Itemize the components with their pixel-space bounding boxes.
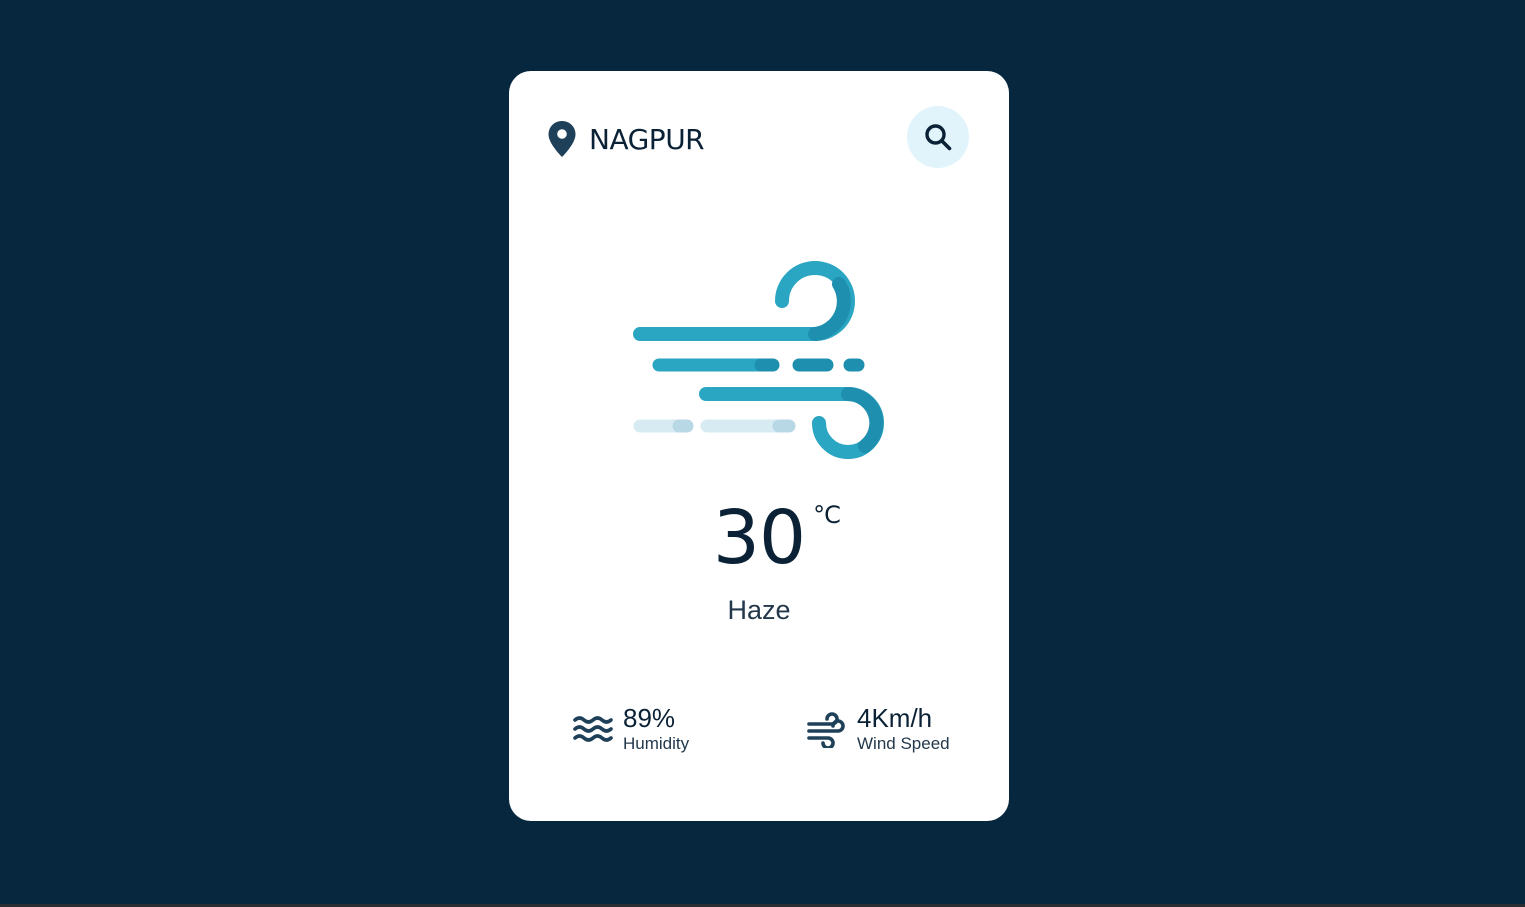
humidity-value: 89% — [623, 703, 676, 733]
location-pin-icon — [548, 121, 576, 157]
temperature-number: 30 — [712, 495, 806, 581]
weather-card: NAGPUR 30 °C Haze 89% Humidity 4Km/h Win… — [509, 71, 1009, 821]
humidity-text: 89% Humidity — [623, 703, 689, 755]
wind-speed-icon — [807, 712, 845, 748]
wind-speed-text: 4Km/h Wind Speed — [857, 703, 950, 755]
humidity-stat: 89% Humidity — [572, 703, 689, 755]
search-icon — [925, 124, 952, 151]
temperature-value: 30 °C — [713, 501, 841, 575]
location-header: NAGPUR — [547, 119, 705, 159]
temperature-block: 30 °C — [509, 501, 1009, 575]
humidity-waves-icon — [573, 716, 613, 742]
wind-speed-stat: 4Km/h Wind Speed — [806, 703, 950, 755]
wind-haze-icon — [633, 261, 884, 459]
search-button[interactable] — [907, 106, 969, 168]
wind-speed-label: Wind Speed — [857, 734, 950, 753]
humidity-label: Humidity — [623, 734, 690, 753]
wind-speed-value: 4Km/h — [857, 703, 933, 733]
weather-condition: Haze — [727, 595, 791, 625]
city-name: NAGPUR — [589, 122, 705, 156]
temperature-unit: °C — [813, 501, 841, 529]
